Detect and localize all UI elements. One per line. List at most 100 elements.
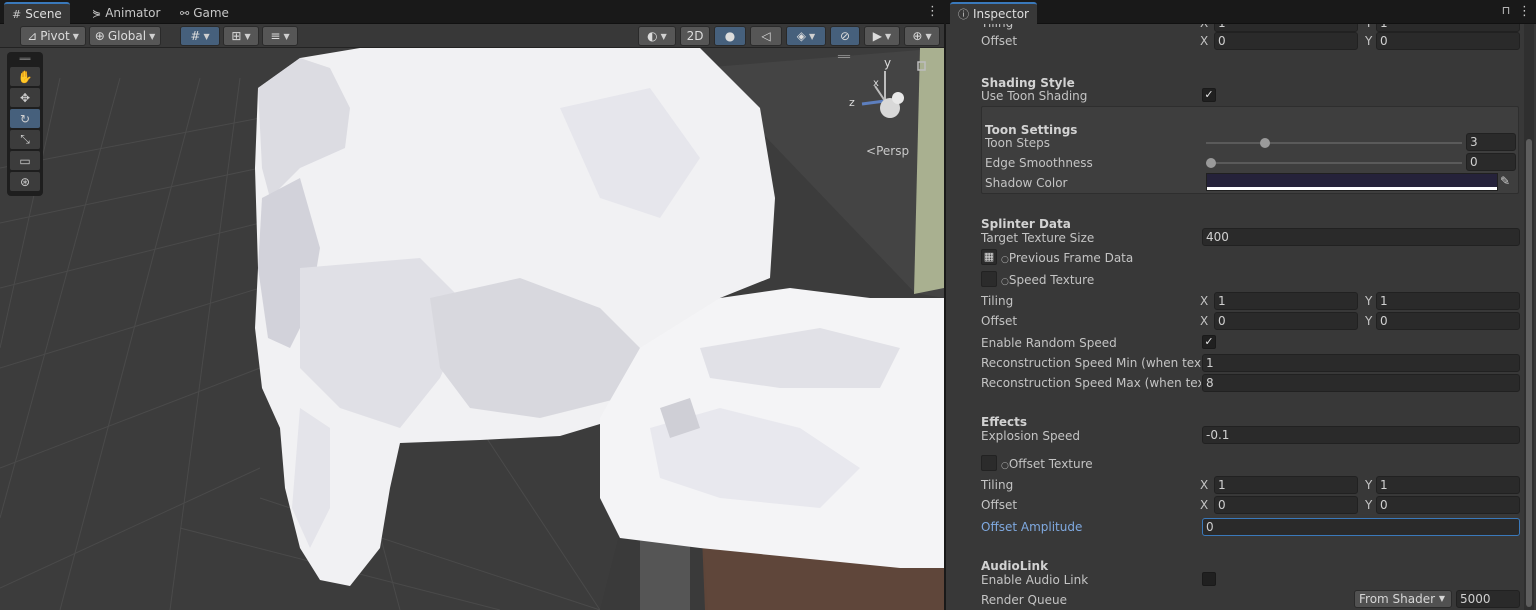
chevron-down-icon: ▼ [203, 31, 210, 41]
toon-steps-field[interactable]: 3 [1466, 133, 1516, 151]
shadow-color-label: Shadow Color [985, 176, 1068, 190]
speaker-muted-icon: ◁ [761, 29, 771, 43]
edge-smoothness-label: Edge Smoothness [985, 156, 1093, 170]
inspector-menu-icon[interactable]: ⋮ [1518, 4, 1531, 19]
audio-toggle[interactable]: ◁ [750, 26, 782, 46]
recon-speed-max-label: Reconstruction Speed Max (when textu [981, 376, 1201, 390]
effects-toggle[interactable]: ◈ ▼ [786, 26, 826, 46]
tab-game[interactable]: ⚯ Game [172, 2, 237, 24]
axis-x: X [1200, 294, 1209, 308]
scrollbar-thumb[interactable] [1526, 139, 1532, 607]
object-picker-icon[interactable]: ○ [1001, 255, 1009, 265]
toon-steps-slider-knob[interactable] [1259, 138, 1270, 148]
tab-inspector[interactable]: ⓘ Inspector [950, 2, 1037, 24]
mode-2d-toggle[interactable]: 2D [680, 26, 710, 46]
grid-hash-icon: # [12, 7, 22, 21]
enable-random-speed-label: Enable Random Speed [981, 336, 1117, 350]
scene-visibility-toggle[interactable]: ⊘ [830, 26, 860, 46]
axis-y: Y [1365, 34, 1373, 48]
lock-icon [917, 61, 926, 71]
object-picker-icon[interactable]: ○ [1001, 277, 1009, 287]
lightbulb-icon: ● [724, 29, 736, 43]
enable-audio-link-checkbox[interactable] [1202, 572, 1216, 586]
overlay-grip-icon[interactable]: ══ [838, 52, 850, 63]
palette-grip-icon[interactable]: ══ [10, 55, 40, 65]
offset-y-field[interactable]: 0 [1376, 32, 1520, 50]
tab-scene[interactable]: # Scene [4, 2, 70, 24]
tool-palette: ══ ✋ ✥ ↻ ⤡ ▭ ⊛ [7, 52, 43, 196]
target-texture-size-label: Target Texture Size [981, 231, 1095, 245]
offset-amplitude-label: Offset Amplitude [981, 520, 1083, 534]
draw-mode-dropdown[interactable]: ◐ ▼ [638, 26, 676, 46]
splinter-tiling-y-field[interactable]: 1 [1376, 292, 1520, 310]
toon-steps-slider-track[interactable] [1206, 142, 1462, 144]
rect-tool-icon[interactable]: ▭ [10, 151, 40, 170]
camera-dropdown[interactable]: ▶ ▼ [864, 26, 900, 46]
scene-toolbar: ⊿ Pivot ▼ ⊕ Global ▼ # ▼ ⊞ ▼ ≡ ▼ ◐ ▼ 2D [0, 24, 944, 48]
splinter-tiling-x-field[interactable]: 1 [1214, 292, 1358, 310]
tiling-x-top-field[interactable]: 1 [1214, 24, 1358, 32]
lighting-toggle[interactable]: ● [714, 26, 746, 46]
effects-offset-x-field[interactable]: 0 [1214, 496, 1358, 514]
shadow-color-swatch[interactable] [1206, 173, 1498, 191]
offset-x-field[interactable]: 0 [1214, 32, 1358, 50]
axis-x: X [1200, 478, 1209, 492]
gizmo-x-label: x [873, 78, 879, 89]
texture-slot-empty[interactable] [981, 271, 997, 287]
rotate-tool-icon[interactable]: ↻ [10, 109, 40, 128]
offset-amplitude-field[interactable]: 0 [1202, 518, 1520, 536]
grid-icon: # [190, 29, 201, 43]
move-tool-icon[interactable]: ✥ [10, 88, 40, 107]
scene-panel: # Scene ⋟ Animator ⚯ Game ⋮ ⊿ Pivot ▼ ⊕ … [0, 0, 944, 610]
axis-y: Y [1365, 498, 1373, 512]
inspector-scrollbar[interactable] [1524, 24, 1534, 610]
tab-game-label: Game [193, 6, 229, 20]
chevron-down-icon: ▼ [244, 31, 251, 41]
render-queue-mode-dropdown[interactable]: From Shader ▼ [1354, 590, 1452, 608]
scene-menu-icon[interactable]: ⋮ [926, 4, 939, 19]
effects-offset-y-field[interactable]: 0 [1376, 496, 1520, 514]
increment-snap-toggle[interactable]: ⊞ ▼ [223, 26, 259, 46]
speed-texture-label: ○Speed Texture [1001, 271, 1094, 289]
grid-visibility-toggle[interactable]: ≡ ▼ [262, 26, 298, 46]
pivot-dropdown[interactable]: ⊿ Pivot ▼ [20, 26, 86, 46]
transform-tool-icon[interactable]: ⊛ [10, 172, 40, 191]
enable-random-speed-checkbox[interactable]: ✓ [1202, 335, 1216, 349]
offset-texture-text: Offset Texture [1008, 457, 1093, 471]
object-picker-icon[interactable]: ○ [1001, 461, 1009, 471]
scene-viewport[interactable]: y z x ══ [0, 48, 944, 610]
tiling-y-top-field[interactable]: 1 [1376, 24, 1520, 32]
effects-tiling-y-field[interactable]: 1 [1376, 476, 1520, 494]
edge-smoothness-slider-track[interactable] [1206, 162, 1462, 164]
recon-speed-min-label: Reconstruction Speed Min (when textu [981, 356, 1201, 370]
effects-tiling-x-field[interactable]: 1 [1214, 476, 1358, 494]
eyedropper-icon[interactable]: ✎ [1500, 174, 1510, 188]
lock-icon[interactable]: ⊓ [1500, 4, 1512, 17]
tab-animator[interactable]: ⋟ Animator [84, 2, 168, 24]
chevron-down-icon: ▼ [1438, 594, 1445, 603]
explosion-speed-field[interactable]: -0.1 [1202, 426, 1520, 444]
global-dropdown[interactable]: ⊕ Global ▼ [89, 26, 161, 46]
texture-slot-empty[interactable] [981, 455, 997, 471]
render-queue-mode-label: From Shader [1359, 592, 1436, 606]
camera-icon: ▶ [872, 29, 883, 43]
gizmos-dropdown[interactable]: ⊕ ▼ [904, 26, 940, 46]
splinter-offset-x-field[interactable]: 0 [1214, 312, 1358, 330]
render-queue-value-field[interactable]: 5000 [1456, 590, 1520, 608]
grid-snap-toggle[interactable]: # ▼ [180, 26, 220, 46]
texture-checker-icon[interactable]: ▦ [981, 249, 997, 265]
splinter-offset-y-field[interactable]: 0 [1376, 312, 1520, 330]
scale-tool-icon[interactable]: ⤡ [10, 130, 40, 149]
hand-tool-icon[interactable]: ✋ [10, 67, 40, 86]
axis-y: Y [1365, 478, 1373, 492]
edge-smoothness-slider-knob[interactable] [1206, 158, 1216, 168]
recon-speed-max-field[interactable]: 8 [1202, 374, 1520, 392]
offset-label: Offset [981, 314, 1018, 328]
target-texture-size-field[interactable]: 400 [1202, 228, 1520, 246]
use-toon-shading-checkbox[interactable]: ✓ [1202, 88, 1216, 102]
recon-speed-min-field[interactable]: 1 [1202, 354, 1520, 372]
tiling-label-top: Tiling [981, 24, 1013, 32]
edge-smoothness-field[interactable]: 0 [1466, 153, 1516, 171]
projection-toggle[interactable]: <Persp [866, 144, 909, 158]
tiling-label: Tiling [981, 478, 1014, 492]
